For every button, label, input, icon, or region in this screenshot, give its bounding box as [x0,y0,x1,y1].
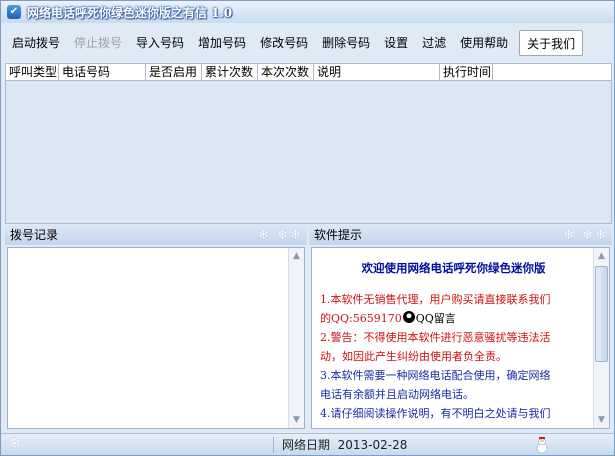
tips-header: 软件提示 ❄ ❄❄ [309,225,612,245]
column-header[interactable]: 电话号码 [59,64,146,80]
about-us-button[interactable]: 关于我们 [519,30,584,56]
toolbar: 启动拨号 停止拨号 导入号码 增加号码 修改号码 删除号码 设置 过滤 使用帮助… [5,28,612,58]
edit-number-button[interactable]: 修改号码 [253,30,315,56]
tip-line: 动，如因此产生纠纷由使用者负全责。 [320,350,507,363]
stop-dial-button[interactable]: 停止拨号 [67,30,129,56]
add-number-button[interactable]: 增加号码 [191,30,253,56]
snowflake-icon: ❄ ❄❄ [563,228,608,243]
column-header[interactable]: 执行时间 [440,64,493,80]
dial-log-list[interactable]: ▲ ▼ [7,247,305,429]
tip-line: 2.警告：不得使用本软件进行恶意骚扰等违法活 [320,331,551,344]
tips-content: 欢迎使用网络电话呼死你绿色迷你版 1.本软件无销售代理，用户购买请直接联系我们 … [314,250,593,426]
main-window: ✔ 网络电话呼死你绿色迷你版之有信 1.0 启动拨号 停止拨号 导入号码 增加号… [0,0,615,456]
column-header[interactable]: 说明 [314,64,440,80]
tip-line: 1.本软件无销售代理，用户购买请直接联系我们 [320,293,551,306]
filter-button[interactable]: 过滤 [415,30,453,56]
snowflake-icon: ❄ [9,436,21,452]
title-bar[interactable]: ✔ 网络电话呼死你绿色迷你版之有信 1.0 [1,1,614,23]
scroll-up-icon[interactable]: ▲ [289,248,304,264]
snowman-icon [536,437,548,454]
network-date: 网络日期 2013-02-28 [282,437,407,453]
column-header[interactable]: 累计次数 [202,64,258,80]
table-header: 呼叫类型 电话号码 是否启用 累计次数 本次次数 说明 执行时间 [6,64,611,81]
import-numbers-button[interactable]: 导入号码 [129,30,191,56]
qq-number: 的QQ:5659170 [320,312,402,325]
dial-log-title: 拨号记录 [10,228,59,242]
tips-title: 软件提示 [314,228,363,242]
qq-penguin-icon[interactable] [402,311,415,323]
network-date-label: 网络日期 [282,438,331,452]
tip-line: 4.请仔细阅读操作说明，有不明白之处请与我们 [320,407,551,420]
tips-heading: 欢迎使用网络电话呼死你绿色迷你版 [361,261,546,275]
tip-line-qq: 的QQ:5659170 QQ留言 [320,309,587,328]
tip-line: 电话有余额并且启动网络电话。 [320,388,474,401]
status-separator [273,437,274,453]
column-header[interactable]: 本次次数 [258,64,314,80]
scroll-up-icon[interactable]: ▲ [594,248,609,264]
column-header[interactable]: 呼叫类型 [6,64,59,80]
start-dial-button[interactable]: 启动拨号 [5,30,67,56]
checkmark-app-icon: ✔ [7,5,21,19]
tips-panel: 欢迎使用网络电话呼死你绿色迷你版 1.本软件无销售代理，用户购买请直接联系我们 … [311,247,610,429]
settings-button[interactable]: 设置 [377,30,415,56]
qq-message-link[interactable]: QQ留言 [416,312,456,325]
network-date-value: 2013-02-28 [337,438,408,452]
dial-log-header: 拨号记录 ❄ ❄❄ [5,225,307,245]
scroll-down-icon[interactable]: ▼ [289,412,304,428]
tip-line: 3.本软件需要一种网络电话配合使用，确定网络 [320,369,551,382]
column-header[interactable]: 是否启用 [146,64,202,80]
tips-scrollbar[interactable]: ▲ ▼ [593,248,609,428]
scroll-down-icon[interactable]: ▼ [594,412,609,428]
delete-number-button[interactable]: 删除号码 [315,30,377,56]
help-button[interactable]: 使用帮助 [453,30,515,56]
scroll-thumb[interactable] [595,266,608,362]
status-bar: ❄ 网络日期 2013-02-28 [1,433,614,455]
window-title: 网络电话呼死你绿色迷你版之有信 1.0 [27,5,233,20]
dial-log-scrollbar[interactable]: ▲ ▼ [288,248,304,428]
number-table[interactable]: 呼叫类型 电话号码 是否启用 累计次数 本次次数 说明 执行时间 [5,63,612,224]
snowflake-icon: ❄ ❄❄ [258,228,303,243]
